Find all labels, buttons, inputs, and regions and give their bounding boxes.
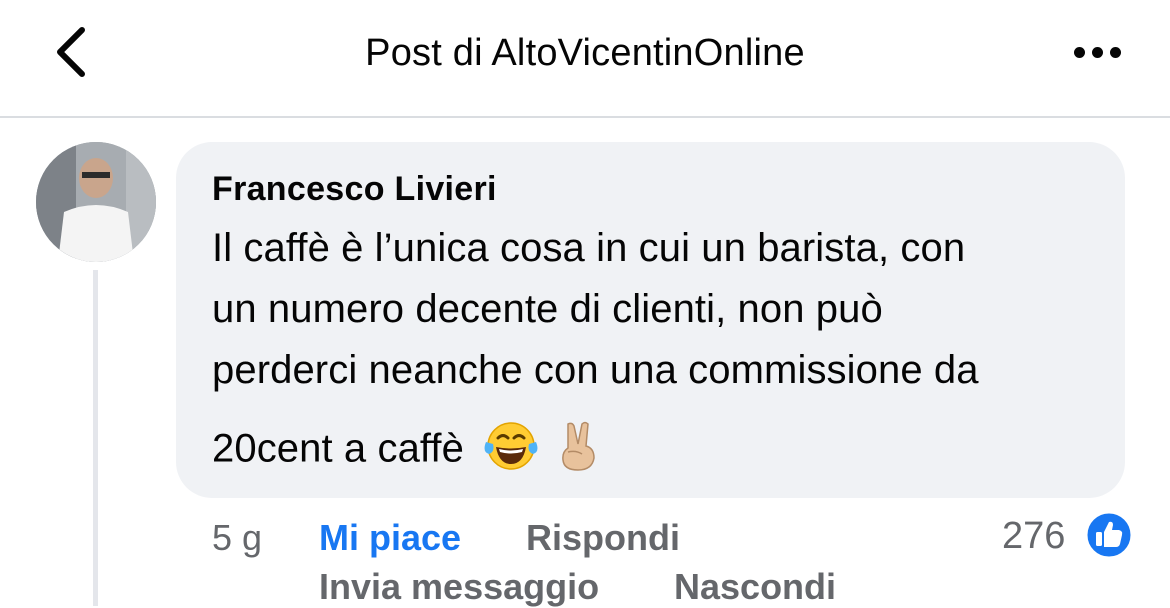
comment-time: 5 g bbox=[212, 517, 263, 558]
page-title: Post di AltoVicentinOnline bbox=[365, 32, 805, 74]
send-message-button[interactable]: Invia messaggio bbox=[319, 566, 599, 608]
comment-text-line: 20cent a caffè bbox=[212, 426, 464, 471]
comment-text-line: perderci neanche con una commissione da bbox=[212, 348, 979, 392]
comment-text-line: un numero decente di clienti, non può bbox=[212, 287, 883, 331]
thread-line bbox=[93, 270, 98, 606]
avatar[interactable] bbox=[36, 142, 156, 262]
more-horizontal-icon bbox=[1074, 47, 1085, 58]
more-options-button[interactable] bbox=[1068, 34, 1128, 70]
reaction-count[interactable]: 276 bbox=[1002, 515, 1065, 558]
comment-author[interactable]: Francesco Livieri bbox=[212, 170, 497, 209]
reply-button[interactable]: Rispondi bbox=[526, 517, 680, 559]
hide-button[interactable]: Nascondi bbox=[674, 566, 836, 608]
like-thumb-icon bbox=[1084, 510, 1134, 560]
like-button[interactable]: Mi piace bbox=[319, 517, 461, 559]
comment-text-last-line: 20cent a caffè bbox=[212, 420, 602, 482]
comment-text-line: Il caffè è l’unica cosa in cui un barist… bbox=[212, 226, 966, 270]
avatar-photo bbox=[36, 142, 156, 262]
laughing-tears-emoji-icon bbox=[483, 420, 539, 482]
victory-hand-emoji-icon bbox=[554, 420, 602, 482]
top-bar: Post di AltoVicentinOnline bbox=[0, 0, 1170, 118]
